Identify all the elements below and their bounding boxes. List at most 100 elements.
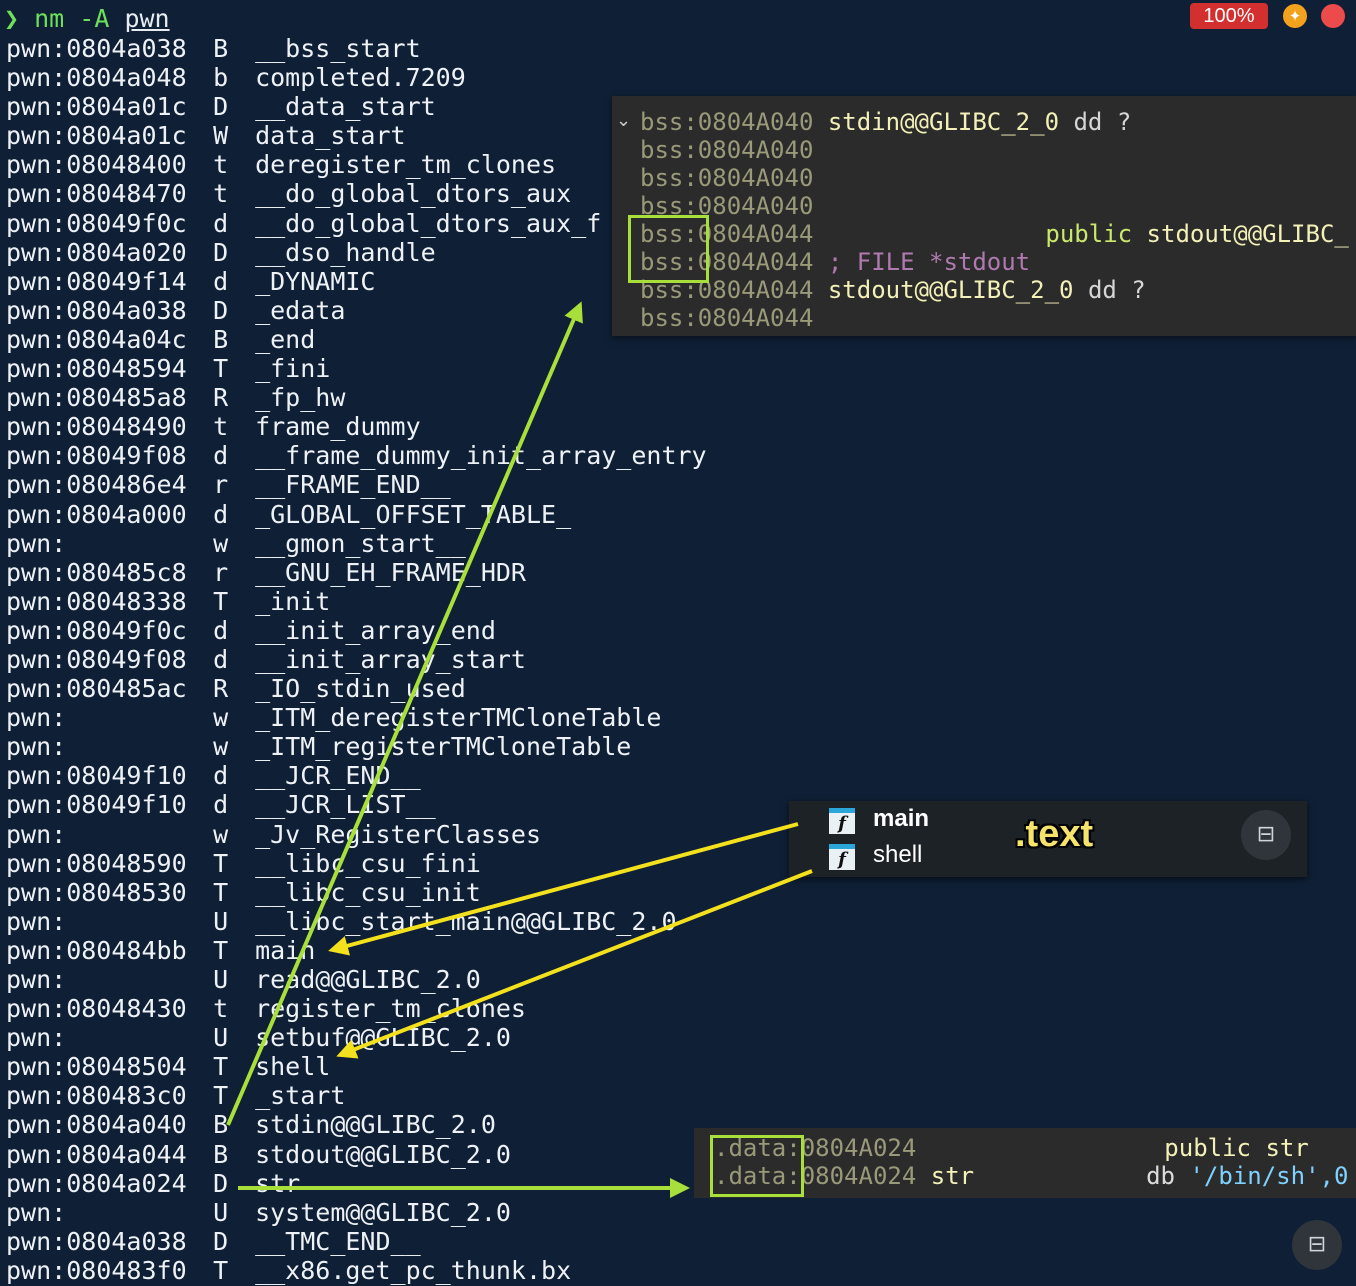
symbol-name: str <box>255 1168 301 1198</box>
symbol-name: __init_array_end <box>255 615 496 645</box>
symbol-address: pwn: <box>6 819 67 849</box>
function-icon: f <box>829 844 855 870</box>
symbol-address: pwn:080483f0 <box>6 1255 187 1285</box>
symbol-name: deregister_tm_clones <box>255 150 557 180</box>
symbol-type: T <box>213 877 229 907</box>
symbol-type: U <box>213 906 229 936</box>
symbol-name: __init_array_start <box>255 644 526 674</box>
symbol-address: pwn:08048594 <box>6 354 187 384</box>
nm-output-line: pwn:08048430 t register_tm_clones <box>6 994 707 1023</box>
nm-output-line: pwn:080484bb Tmain <box>6 936 707 965</box>
nm-output-line: pwn: w _Jv_RegisterClasses <box>6 820 707 849</box>
symbol-address: pwn:08049f0c <box>6 615 187 645</box>
symbol-address: pwn: <box>6 703 67 733</box>
symbol-type: T <box>213 1255 229 1285</box>
symbol-address: pwn:08048490 <box>6 412 187 442</box>
bss-row: bss:0804A040 <box>640 136 814 164</box>
symbol-type: T <box>213 586 229 616</box>
symbol-name: __data_start <box>255 92 436 122</box>
nm-output-line: pwn:08049f08 d __frame_dummy_init_array_e… <box>6 441 707 470</box>
symbol-name: _ITM_registerTMCloneTable <box>255 732 632 762</box>
nm-output-line: pwn:080486e4 r __FRAME_END__ <box>6 470 707 499</box>
symbol-address: pwn: <box>6 906 67 936</box>
symbol-type: D <box>213 1168 229 1198</box>
symbol-address: pwn:08048590 <box>6 848 187 878</box>
symbol-name: _IO_stdin_used <box>255 674 466 704</box>
symbol-name: _end <box>255 324 316 354</box>
symbol-type: T <box>213 848 229 878</box>
nm-output-line: pwn:08048530 T __libc_csu_init <box>6 878 707 907</box>
symbol-name: read@@GLIBC_2.0 <box>255 965 481 994</box>
symbol-type: b <box>213 63 229 93</box>
function-icon: f <box>829 808 855 834</box>
nm-output-line: pwn:0804a000 d _GLOBAL_OFFSET_TABLE_ <box>6 500 707 529</box>
symbol-name: _init <box>255 586 331 616</box>
symbol-address: pwn: <box>6 1197 67 1227</box>
symbol-address: pwn:080484bb <box>6 935 187 965</box>
symbol-name: _Jv_RegisterClasses <box>255 819 542 849</box>
scan-text-icon[interactable]: ⊟ <box>1292 1220 1342 1270</box>
symbol-address: pwn:0804a038 <box>6 295 187 325</box>
nm-output-line: pwn:0804a038 B __bss_start <box>6 34 707 63</box>
bss-row: bss:0804A040 stdin@@GLIBC_2_0 dd ? <box>640 108 1132 136</box>
symbol-address: pwn:0804a040 <box>6 1110 187 1140</box>
symbol-address: pwn:08048504 <box>6 1052 187 1082</box>
bss-row: bss:0804A044 stdout@@GLIBC_2_0 dd ? <box>640 276 1146 304</box>
symbol-type: d <box>213 790 229 820</box>
symbol-name: system@@GLIBC_2.0 <box>255 1197 511 1227</box>
symbol-name: setbuf@@GLIBC_2.0 <box>255 1023 511 1053</box>
symbol-address: pwn:08048470 <box>6 179 187 209</box>
symbol-name: _DYNAMIC <box>255 266 376 296</box>
symbol-address: pwn:08048530 <box>6 877 187 907</box>
symbol-type: t <box>213 412 229 442</box>
nm-output-line: pwn: Usystem@@GLIBC_2.0 <box>6 1198 707 1227</box>
function-label: main <box>873 805 930 832</box>
pin-icon[interactable]: ✦ <box>1283 4 1307 28</box>
nm-output: pwn:0804a038 B __bss_start pwn:0804a048 bc… <box>6 34 707 1285</box>
symbol-type: D <box>213 295 229 325</box>
nm-output-line: pwn:0804a04c B _end <box>6 325 707 354</box>
symbol-type: w <box>213 819 229 849</box>
symbol-address: pwn:080485a8 <box>6 383 187 413</box>
symbol-type: U <box>213 1023 229 1053</box>
nm-output-line: pwn: w __gmon_start__ <box>6 529 707 558</box>
symbol-type: T <box>213 1081 229 1111</box>
symbol-address: pwn:080485c8 <box>6 557 187 587</box>
nm-output-line: pwn:08048594 T _fini <box>6 354 707 383</box>
nm-output-line: pwn:08048590 T __libc_csu_fini <box>6 849 707 878</box>
bss-row: bss:0804A044 public stdout@@GLIBC_ <box>640 220 1349 248</box>
symbol-name: __TMC_END__ <box>255 1226 421 1256</box>
scan-text-icon[interactable]: ⊟ <box>1241 810 1291 860</box>
nm-output-line: pwn:080485a8 R _fp_hw <box>6 383 707 412</box>
nm-output-line: pwn:08048504 Tshell <box>6 1052 707 1081</box>
symbol-type: B <box>213 1139 229 1169</box>
nm-output-line: pwn: U __libc_start_main@@GLIBC_2.0 <box>6 907 707 936</box>
nm-output-line: pwn:08048470 t __do_global_dtors_aux <box>6 179 707 208</box>
symbol-address: pwn:08049f14 <box>6 266 187 296</box>
symbol-type: B <box>213 34 229 63</box>
functions-panel: f main f shell .text <box>789 801 1307 877</box>
symbol-type: D <box>213 92 229 122</box>
nm-output-line: pwn:08049f10 d __JCR_LIST__ <box>6 790 707 819</box>
symbol-address: pwn:080485ac <box>6 674 187 704</box>
command-argument[interactable]: pwn <box>124 4 169 33</box>
symbol-name: __do_global_dtors_aux <box>255 179 572 209</box>
symbol-name: _fp_hw <box>255 383 346 413</box>
nm-output-line: pwn:080483c0 T _start <box>6 1081 707 1110</box>
symbol-name: __libc_csu_fini <box>255 848 481 878</box>
nm-output-line: pwn:08048400 t deregister_tm_clones <box>6 150 707 179</box>
symbol-type: T <box>213 1052 229 1082</box>
symbol-address: pwn:08049f0c <box>6 208 187 238</box>
chevron-down-icon[interactable]: ⌄ <box>616 110 631 131</box>
symbol-name: data_start <box>255 121 406 151</box>
symbol-type: w <box>213 732 229 762</box>
symbol-address: pwn: <box>6 965 67 994</box>
nm-output-line: pwn:08049f08 d __init_array_start <box>6 645 707 674</box>
symbol-address: pwn:0804a024 <box>6 1168 187 1198</box>
symbol-name: main <box>255 935 316 965</box>
symbol-address: pwn:0804a038 <box>6 1226 187 1256</box>
symbol-type: d <box>213 615 229 645</box>
record-icon[interactable] <box>1321 4 1345 28</box>
symbol-type: w <box>213 528 229 558</box>
symbol-name: _fini <box>255 354 331 384</box>
